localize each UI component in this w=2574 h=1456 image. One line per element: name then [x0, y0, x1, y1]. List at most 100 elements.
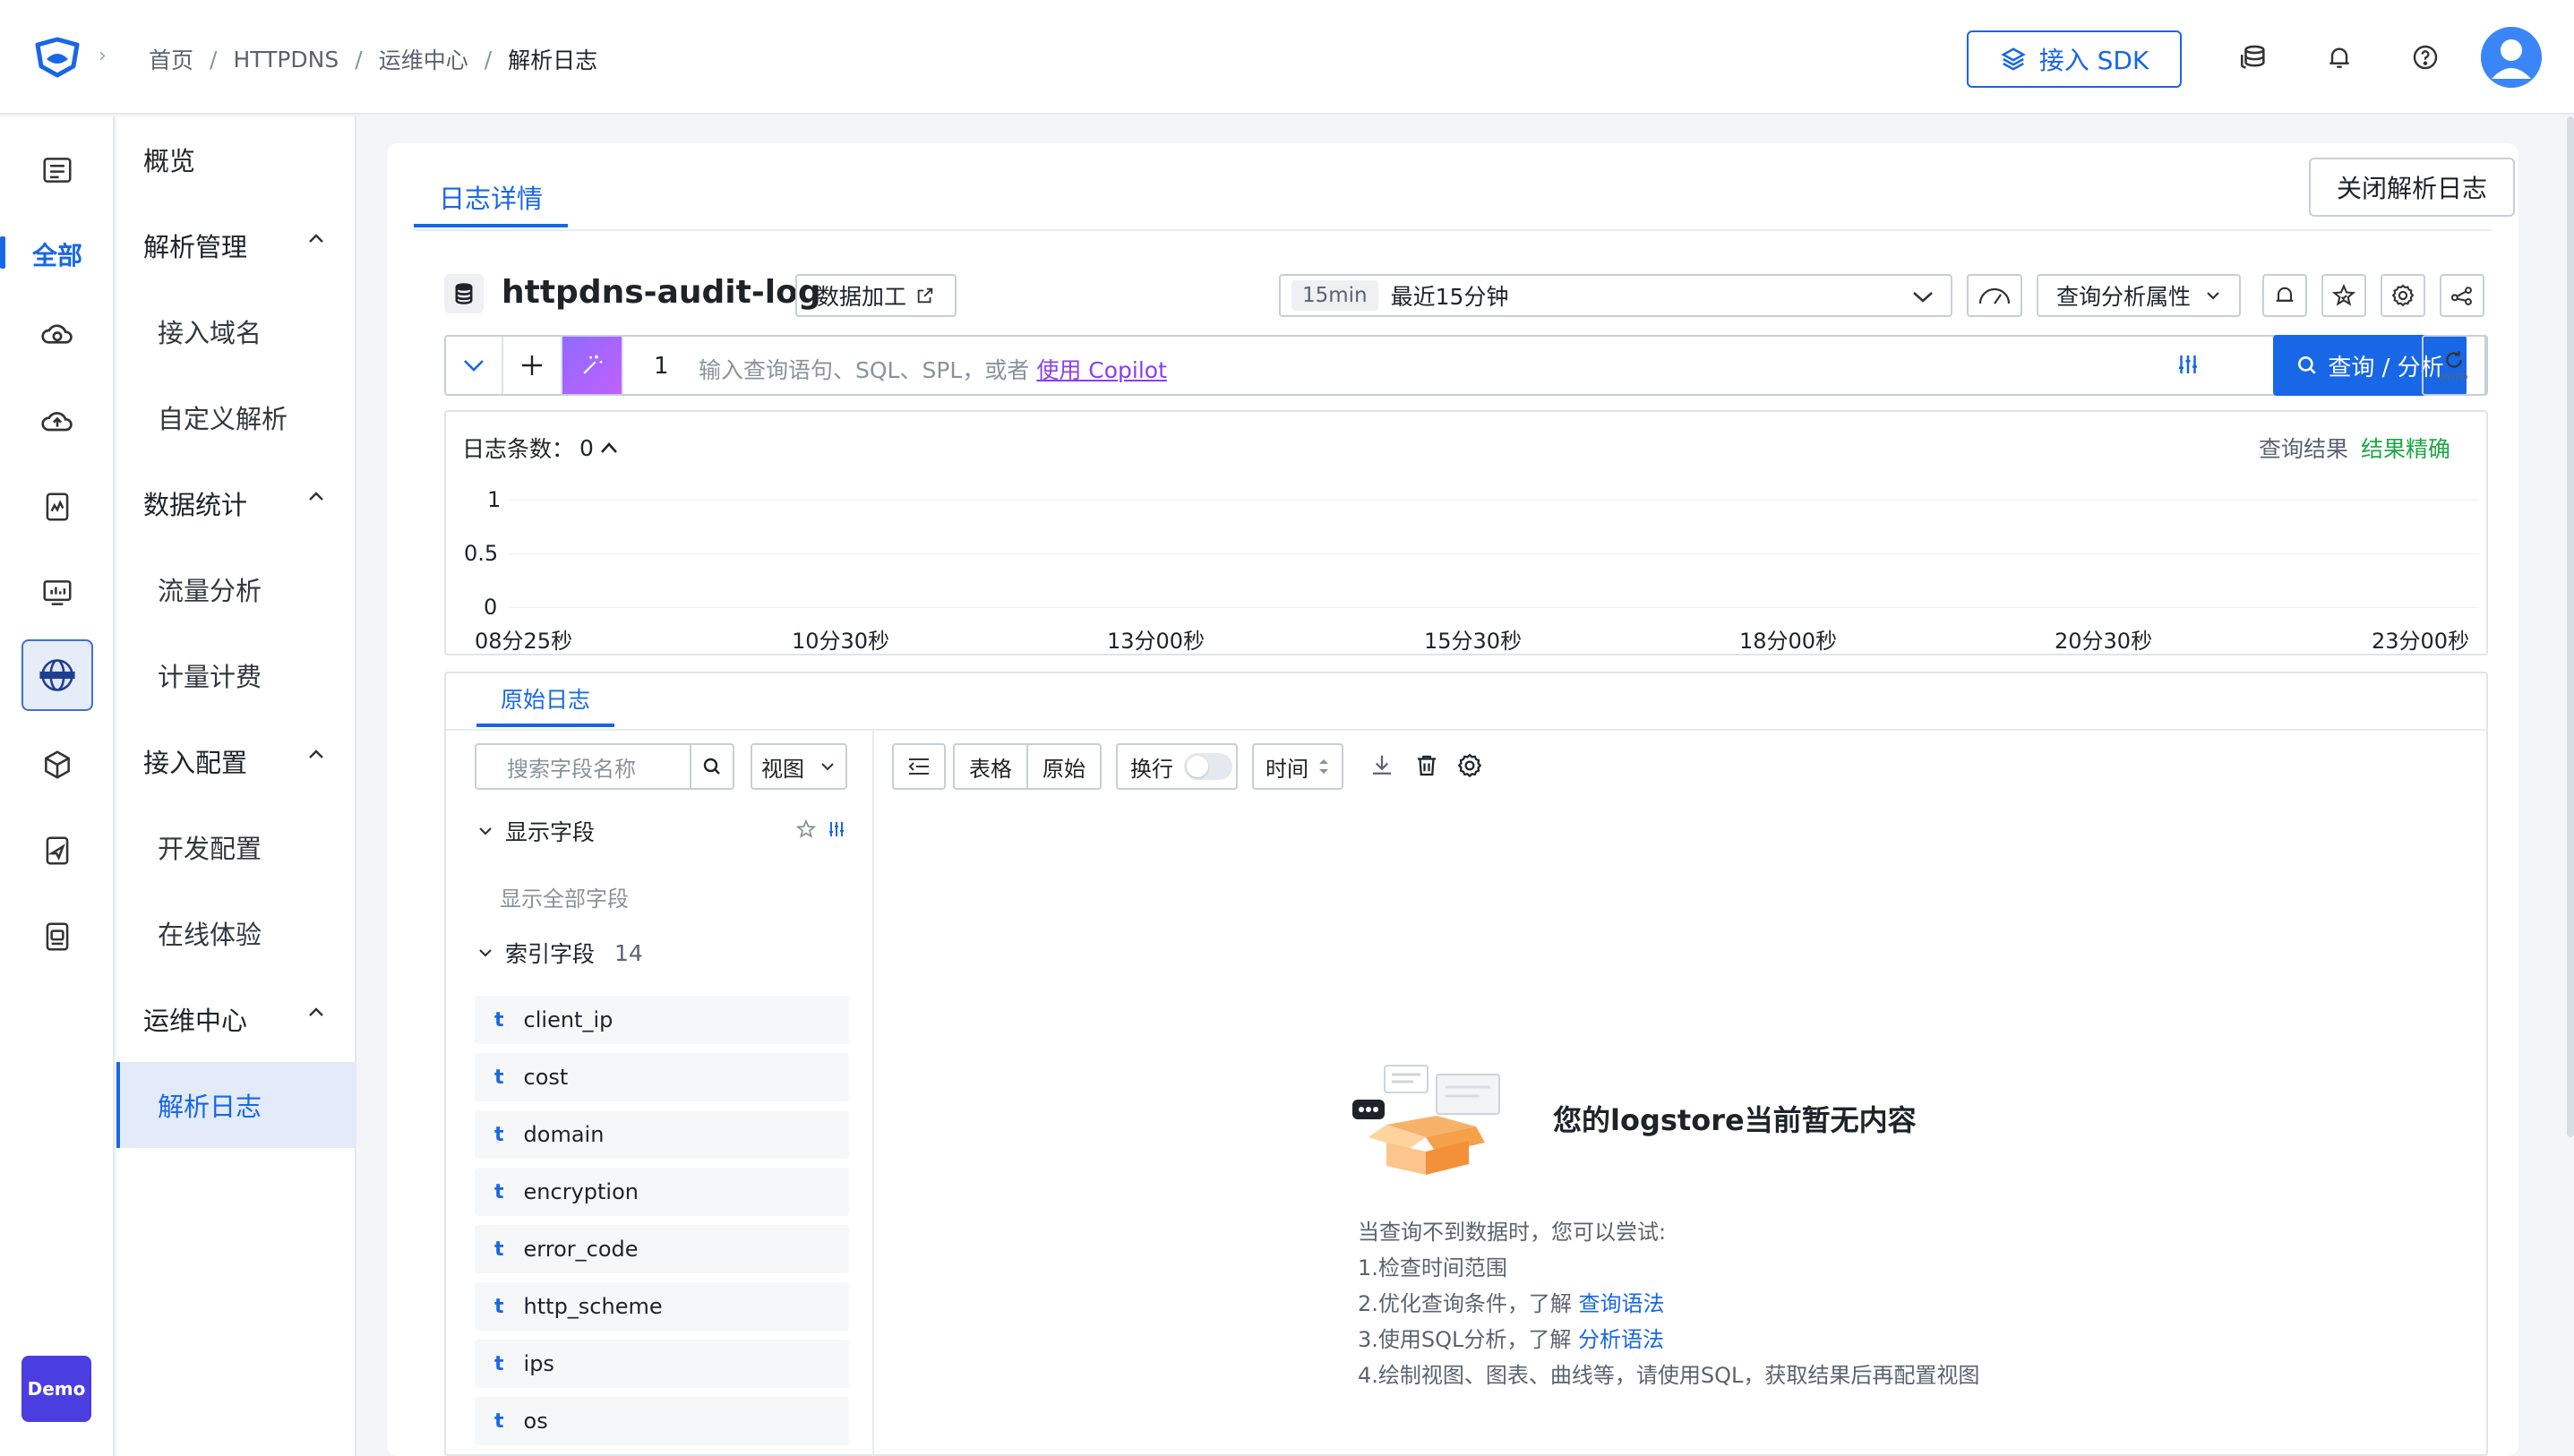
time-sort-button[interactable]: 时间 — [1252, 743, 1343, 790]
nav-item-custom[interactable]: 自定义解析 — [116, 374, 356, 460]
field-item[interactable]: t client_ip — [475, 996, 849, 1044]
empty-tip: 4.绘制视图、图表、曲线等，请使用SQL，获取结果后再配置视图 — [1358, 1363, 1980, 1388]
cloud-dns-icon[interactable] — [21, 299, 93, 371]
breadcrumb-product[interactable]: HTTPDNS — [233, 47, 339, 73]
index-fields-section[interactable]: 索引字段 14 — [478, 937, 643, 969]
demo-button[interactable]: Demo — [21, 1356, 91, 1422]
nav-group-label: 运维中心 — [143, 1006, 248, 1036]
favorite-star-icon[interactable] — [2321, 274, 2366, 317]
field-item[interactable]: t http_scheme — [475, 1282, 849, 1331]
trash-icon[interactable] — [1413, 752, 1440, 779]
view-select[interactable]: 视图 — [751, 743, 847, 790]
report-icon[interactable] — [21, 901, 93, 972]
log-count[interactable]: 日志条数： 0 — [462, 432, 619, 464]
rail-all[interactable]: 全部 — [0, 229, 115, 279]
collapse-panel-icon[interactable] — [892, 743, 946, 790]
field-item[interactable]: t cost — [475, 1053, 849, 1101]
chevron-down-icon — [478, 826, 493, 836]
breadcrumb-home[interactable]: 首页 — [149, 43, 193, 75]
help-icon[interactable] — [2407, 39, 2443, 75]
field-type: t — [494, 1008, 504, 1032]
wrap-switch[interactable] — [1184, 753, 1232, 780]
nav-item-traffic[interactable]: 流量分析 — [116, 546, 356, 632]
nav-group-stats[interactable]: 数据统计 — [116, 460, 356, 546]
gauge-icon[interactable] — [1967, 274, 2022, 317]
time-range-select[interactable]: 15min 最近15分钟 — [1279, 274, 1952, 317]
download-icon[interactable] — [1369, 752, 1395, 779]
nav-group-ops[interactable]: 运维中心 — [116, 976, 356, 1062]
collapse-chevron-icon[interactable]: › — [99, 45, 107, 67]
avatar[interactable] — [2481, 27, 2542, 88]
httpdns-globe-icon[interactable] — [21, 639, 93, 711]
sliders-icon[interactable] — [826, 818, 847, 840]
show-fields-section[interactable]: 显示字段 — [478, 815, 595, 847]
nav-item-dev[interactable]: 开发配置 — [116, 804, 356, 890]
nav-overview[interactable]: 概览 — [116, 116, 356, 202]
breadcrumb-section[interactable]: 运维中心 — [379, 43, 468, 75]
field-item[interactable]: t os — [475, 1397, 849, 1445]
cube-icon[interactable] — [21, 729, 93, 801]
connect-sdk-button[interactable]: 接入 SDK — [1967, 30, 2182, 88]
breadcrumb-current: 解析日志 — [508, 47, 598, 73]
data-process-button[interactable]: 数据加工 — [795, 274, 957, 317]
copilot-magic-icon[interactable] — [562, 337, 623, 394]
tab-raw-logs[interactable]: 原始日志 — [476, 673, 614, 727]
bell-icon[interactable] — [2321, 39, 2357, 75]
star-icon[interactable] — [795, 818, 817, 840]
copilot-link[interactable]: 使用 Copilot — [1036, 357, 1167, 383]
chevron-up-icon — [308, 1006, 324, 1017]
query-props-button[interactable]: 查询分析属性 — [2037, 274, 2241, 317]
field-item[interactable]: t domain — [475, 1110, 849, 1159]
field-item[interactable]: t encryption — [475, 1168, 849, 1216]
list-icon[interactable] — [21, 134, 93, 206]
plus-icon[interactable] — [503, 337, 562, 394]
show-all-fields[interactable]: 显示全部字段 — [500, 881, 629, 912]
breadcrumb-separator: / — [355, 46, 363, 73]
field-item[interactable]: t ips — [475, 1340, 849, 1388]
settings-gear-icon[interactable] — [2381, 274, 2425, 317]
sliders-icon[interactable] — [2175, 349, 2201, 380]
database-icon — [444, 274, 484, 313]
nav-group-config[interactable]: 接入配置 — [116, 718, 356, 804]
monitor-icon[interactable] — [21, 557, 93, 629]
chevron-down-icon — [820, 761, 835, 772]
auto-refresh-button[interactable]: AUTO — [2422, 335, 2486, 396]
chart-doc-icon[interactable] — [21, 471, 93, 543]
external-link-icon — [915, 286, 935, 305]
query-syntax-link[interactable]: 查询语法 — [1579, 1291, 1665, 1316]
query-input[interactable]: 输入查询语句、SQL、SPL，或者 使用 Copilot — [699, 353, 1167, 385]
nav-item-billing[interactable]: 计量计费 — [116, 632, 356, 718]
share-icon[interactable] — [2440, 274, 2484, 317]
stack-icon[interactable] — [2235, 39, 2271, 75]
sort-icon — [1317, 757, 1330, 776]
grid-line — [509, 607, 2479, 608]
table-view-button[interactable]: 表格 — [953, 743, 1028, 790]
page-scrollbar[interactable] — [2567, 116, 2574, 1137]
query-bar: 1 输入查询语句、SQL、SPL，或者 使用 Copilot 查询 / 分析 — [444, 335, 2488, 396]
field-item[interactable]: t error_code — [475, 1225, 849, 1273]
field-name: domain — [523, 1122, 605, 1147]
logo-icon[interactable] — [32, 36, 82, 79]
alert-bell-icon[interactable] — [2262, 274, 2307, 317]
breadcrumb-separator: / — [210, 46, 218, 73]
nav-item-logs[interactable]: 解析日志 — [116, 1062, 356, 1148]
grid-line — [509, 553, 2479, 554]
nav-group-resolve[interactable]: 解析管理 — [116, 202, 356, 288]
tab-log-detail[interactable]: 日志详情 — [414, 170, 568, 227]
send-doc-icon[interactable] — [21, 815, 93, 886]
analysis-syntax-link[interactable]: 分析语法 — [1578, 1327, 1664, 1352]
raw-view-button[interactable]: 原始 — [1026, 743, 1102, 790]
wrap-toggle[interactable]: 换行 — [1116, 743, 1238, 790]
cloud-upload-icon[interactable] — [21, 385, 93, 457]
nav-item-domain[interactable]: 接入域名 — [116, 288, 356, 374]
settings-gear-icon[interactable] — [1456, 752, 1483, 779]
field-name: os — [523, 1409, 548, 1434]
nav-group-label: 数据统计 — [143, 490, 248, 520]
search-icon[interactable] — [690, 743, 734, 790]
show-fields-label: 显示字段 — [505, 819, 596, 845]
chevron-down-icon[interactable] — [446, 337, 503, 394]
nav-item-online[interactable]: 在线体验 — [116, 890, 356, 976]
close-log-button[interactable]: 关闭解析日志 — [2309, 158, 2515, 217]
empty-tip-text: 3.使用SQL分析，了解 — [1358, 1327, 1572, 1352]
field-search-input[interactable]: 搜索字段名称 — [475, 743, 691, 790]
